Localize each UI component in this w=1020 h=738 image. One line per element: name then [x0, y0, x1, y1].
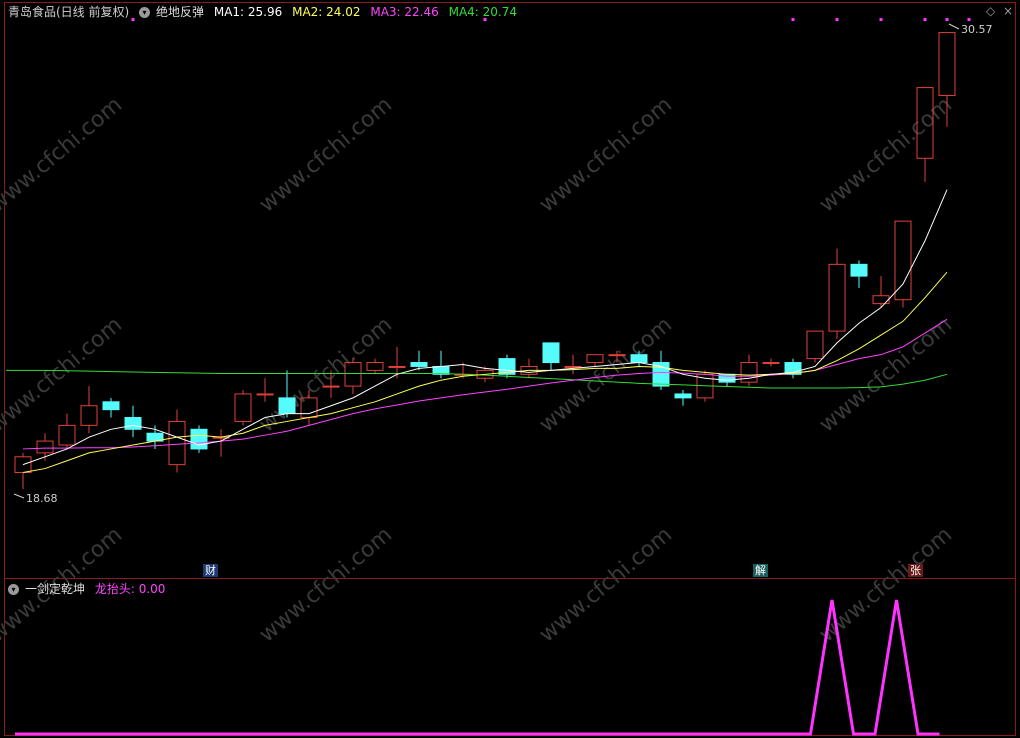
indicator-name[interactable]: 绝地反弹: [156, 5, 204, 19]
chart-canvas[interactable]: www.cfchi.com www.cfchi.com www.cfchi.com w…: [0, 0, 1020, 738]
signal-dot: [835, 18, 839, 21]
watermark: www.cfchi.com: [0, 92, 127, 217]
low-price-label: 18.68: [26, 492, 58, 505]
signal-label: 龙抬头: 0.00: [94, 582, 166, 596]
candle-body: [850, 263, 868, 277]
candle-body: [278, 397, 296, 415]
candle-body: [872, 295, 890, 305]
dropdown-icon[interactable]: ▾: [8, 584, 19, 595]
signal-dot: [945, 18, 949, 21]
ma1-label: MA1: 25.96: [213, 5, 283, 19]
watermark: www.cfchi.com: [535, 522, 677, 647]
candle-body: [542, 342, 560, 364]
candle-body: [80, 405, 98, 426]
candle-body: [102, 401, 120, 411]
watermark: www.cfchi.com: [0, 312, 127, 437]
event-marker-finance[interactable]: 财: [203, 564, 218, 577]
ma1-line: [22, 189, 948, 466]
candle-body: [124, 417, 142, 430]
sub-indicator-header: ▾ 一剑定乾坤 龙抬头: 0.00: [8, 580, 171, 598]
candle-body: [674, 393, 692, 399]
signal-line: [15, 599, 940, 736]
ma2-label: MA2: 24.02: [292, 5, 361, 19]
ma-lines: [6, 189, 948, 473]
stock-title: 青岛食品(日线 前复权): [8, 5, 130, 19]
diamond-icon[interactable]: ◇: [986, 4, 995, 18]
ma4-label: MA4: 20.74: [448, 5, 518, 19]
low-price-arrow: [13, 493, 25, 499]
candle-body: [190, 428, 208, 450]
candle-body: [234, 393, 252, 422]
candle-body: [366, 362, 384, 371]
candle-body: [762, 362, 780, 365]
main-indicator-header: 青岛食品(日线 前复权) ▾ 绝地反弹 MA1: 25.96 MA2: 24.02…: [8, 3, 523, 21]
ma3-label: MA3: 22.46: [370, 5, 439, 19]
candlestick-series: [14, 32, 956, 489]
candle-body: [58, 424, 76, 446]
signal-dot: [879, 18, 883, 21]
high-price-arrow: [948, 23, 960, 30]
candle-body: [938, 32, 956, 96]
watermark: www.cfchi.com: [815, 92, 957, 217]
candle-body: [36, 440, 54, 454]
candle-body: [586, 354, 604, 364]
dropdown-icon[interactable]: ▾: [139, 7, 151, 18]
candle-body: [828, 263, 846, 332]
candle-body: [630, 354, 648, 364]
signal-dot: [923, 18, 927, 21]
event-marker-unlock[interactable]: 解: [753, 564, 768, 577]
watermark: www.cfchi.com: [255, 92, 397, 217]
signal-dot: [791, 18, 795, 21]
watermark: www.cfchi.com: [535, 92, 677, 217]
high-price-label: 30.57: [961, 23, 993, 36]
signal-dot: [967, 18, 971, 21]
price-annotations: 30.57 18.68: [13, 18, 993, 505]
candle-body: [410, 362, 428, 367]
candle-body: [256, 393, 274, 396]
ma3-line: [22, 318, 948, 450]
candle-body: [894, 220, 912, 301]
sub-indicator-name[interactable]: 一剑定乾坤: [25, 582, 85, 596]
candle-body: [564, 365, 582, 368]
close-icon[interactable]: ×: [1003, 4, 1013, 18]
candle-body: [322, 385, 340, 388]
candle-body: [168, 420, 186, 466]
candle-body: [608, 354, 626, 357]
sub-indicator-series: [15, 599, 940, 736]
watermark: www.cfchi.com: [255, 522, 397, 647]
candle-body: [806, 330, 824, 360]
event-marker-limit[interactable]: 张: [908, 564, 923, 577]
watermark: www.cfchi.com: [255, 312, 397, 437]
candle-body: [388, 365, 406, 368]
